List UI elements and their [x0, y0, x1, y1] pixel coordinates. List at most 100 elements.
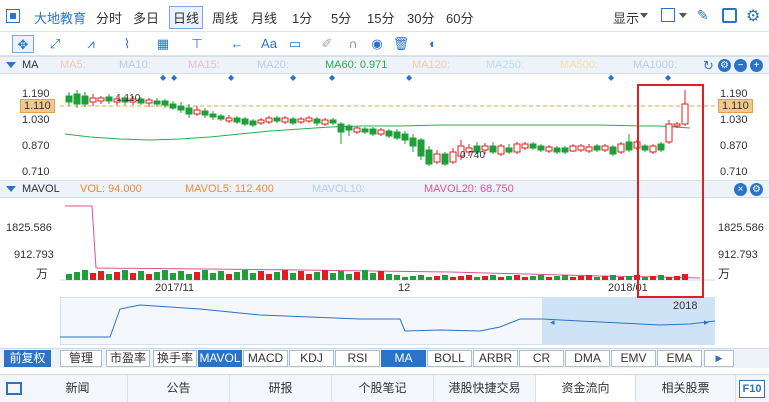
ma20-label: MA20: [257, 59, 289, 71]
vol-unit-label: 万 [36, 267, 49, 281]
tab-manage[interactable]: 管理 [60, 350, 102, 367]
svg-text:◆: ◆ [665, 74, 672, 82]
period-toolbar: 大地教育 分时 多日 日线 周线 月线 1分 5分 15分 30分 60分 显示… [0, 0, 769, 32]
vol-unit-label-right: 万 [718, 267, 731, 281]
vol-panel-title: MAVOL [22, 183, 60, 195]
line-tool-icon[interactable]: ⤢ [44, 35, 66, 53]
tab-arbr[interactable]: ARBR [473, 350, 518, 367]
wave-tool-icon[interactable]: ⌇ [116, 35, 138, 53]
crosshair-tool-icon[interactable]: ✥ [12, 35, 34, 53]
brand-label: 大地教育 [34, 11, 87, 26]
svg-text:◆: ◆ [228, 74, 235, 82]
bottom-tab-bar: 新闻 公告 研报 个股笔记 港股快捷交易 资金流向 相关股票 F10 [0, 374, 769, 402]
tab-news[interactable]: 新闻 [28, 375, 128, 402]
low-annotation: 0.740 [460, 150, 486, 161]
tab-emv[interactable]: EMV [611, 350, 656, 367]
f10-button[interactable]: F10 [739, 380, 765, 398]
vol-axis-label: 1825.586 [6, 222, 52, 234]
tab-boll[interactable]: BOLL [427, 350, 472, 367]
period-tab-multiday[interactable]: 多日 [133, 8, 159, 27]
pen-icon[interactable]: ✎ [697, 7, 709, 24]
plus-icon[interactable]: + [750, 59, 763, 72]
display-menu[interactable]: 显示 [613, 8, 639, 27]
price-axis-label-right: 1.030 [720, 114, 748, 126]
svg-text:◆: ◆ [171, 74, 178, 82]
price-axis-label: 1.030 [22, 114, 50, 126]
tab-research[interactable]: 研报 [230, 375, 332, 402]
magnet-icon[interactable]: ∩ [342, 35, 364, 53]
period-tab-60min[interactable]: 60分 [446, 8, 473, 27]
navigator-handle-left[interactable]: ◂ [550, 317, 555, 327]
period-tab-intraday[interactable]: 分时 [96, 8, 122, 27]
svg-text:◆: ◆ [406, 74, 413, 82]
period-tab-daily[interactable]: 日线 [169, 6, 204, 29]
range-navigator[interactable]: ◂ ▸ [60, 297, 715, 345]
eraser-icon[interactable]: ✐ [316, 35, 338, 53]
collapse-icon[interactable] [6, 186, 16, 192]
tab-ma[interactable]: MA [381, 350, 426, 367]
ma250-label: MA250: [486, 59, 524, 71]
svg-text:◆: ◆ [329, 74, 336, 82]
comment-tool-icon[interactable]: ▭ [284, 35, 306, 53]
minus-icon[interactable]: − [734, 59, 747, 72]
period-tab-15min[interactable]: 15分 [367, 8, 394, 27]
tab-fund-flow[interactable]: 资金流向 [536, 375, 636, 402]
arrow-tool-icon[interactable]: ← [226, 35, 248, 53]
price-axis-label: 0.710 [22, 166, 50, 178]
window-icon[interactable] [6, 9, 20, 23]
trash-icon[interactable]: 🗑 [390, 35, 412, 53]
tab-rsi[interactable]: RSI [335, 350, 380, 367]
current-price-tag: 1.110 [20, 99, 55, 113]
text-tool-icon[interactable]: Aa [258, 35, 280, 53]
vol-axis-label: 912.793 [14, 249, 54, 261]
panel-toggle-icon[interactable] [6, 382, 22, 395]
period-tab-5min[interactable]: 5分 [331, 8, 351, 27]
tab-cr[interactable]: CR [519, 350, 564, 367]
period-tab-weekly[interactable]: 周线 [212, 8, 238, 27]
price-axis-label-right: 0.870 [720, 140, 748, 152]
gear-icon[interactable]: ⚙ [746, 6, 760, 26]
highlight-box [637, 84, 704, 298]
eye-icon[interactable]: ◉ [366, 35, 388, 53]
tab-hk-trade[interactable]: 港股快捷交易 [434, 375, 536, 402]
settings-icon[interactable]: ⚙ [750, 183, 763, 196]
price-axis-label: 0.870 [22, 140, 50, 152]
tab-dma[interactable]: DMA [565, 350, 610, 367]
navigator-handle-right[interactable]: ▸ [704, 317, 709, 327]
vol-label: VOL: 94.000 [80, 183, 142, 195]
tab-pe[interactable]: 市盈率 [106, 350, 150, 367]
level-tool-icon[interactable]: ⊤ [186, 35, 208, 53]
tab-mavol[interactable]: MAVOL [198, 350, 242, 367]
svg-text:◆: ◆ [160, 74, 167, 82]
period-tab-monthly[interactable]: 月线 [251, 8, 277, 27]
period-tab-1min[interactable]: 1分 [292, 8, 312, 27]
scroll-right-icon[interactable]: ▶ [704, 350, 734, 367]
period-tab-30min[interactable]: 30分 [407, 8, 434, 27]
tab-turnover[interactable]: 换手率 [153, 350, 197, 367]
polyline-tool-icon[interactable]: ⩘ [80, 35, 102, 53]
settings-icon[interactable]: ⚙ [718, 59, 731, 72]
fullscreen-icon[interactable] [722, 8, 737, 23]
close-icon[interactable]: × [734, 183, 747, 196]
drawing-toolbar: ✥ ⤢ ⩘ ⌇ ▦ ⊤ ← Aa ▭ ✐ ∩ ◉ 🗑 ◐ [0, 32, 769, 56]
refresh-icon[interactable]: ↻ [702, 59, 715, 72]
collapse-icon[interactable] [6, 62, 16, 68]
tab-notes[interactable]: 个股笔记 [332, 375, 434, 402]
square-icon[interactable] [661, 8, 675, 22]
chart-tool-icon[interactable]: ▦ [152, 35, 174, 53]
tab-related-stocks[interactable]: 相关股票 [636, 375, 736, 402]
current-price-tag-right: 1.110 [718, 99, 753, 113]
tab-macd[interactable]: MACD [243, 350, 288, 367]
tab-ema[interactable]: EMA [657, 350, 702, 367]
tab-kdj[interactable]: KDJ [289, 350, 334, 367]
chevron-down-icon[interactable] [679, 13, 687, 18]
toggle-icon[interactable]: ◐ [422, 35, 444, 53]
display-dropdown-icon[interactable] [640, 13, 648, 18]
adjust-button[interactable]: 前复权 [4, 350, 51, 367]
tab-announcements[interactable]: 公告 [128, 375, 230, 402]
ma10-label: MA10: [119, 59, 151, 71]
price-axis-label-right: 0.710 [720, 166, 748, 178]
ma-markers: ◆ ◆ ◆ ◆ ◆ ◆ ◆ ◆ [160, 74, 672, 82]
date-label: 12 [398, 282, 411, 294]
ma-panel-header: MA MA5: MA10: MA15: MA20: MA60: 0.971 MA… [0, 56, 769, 74]
